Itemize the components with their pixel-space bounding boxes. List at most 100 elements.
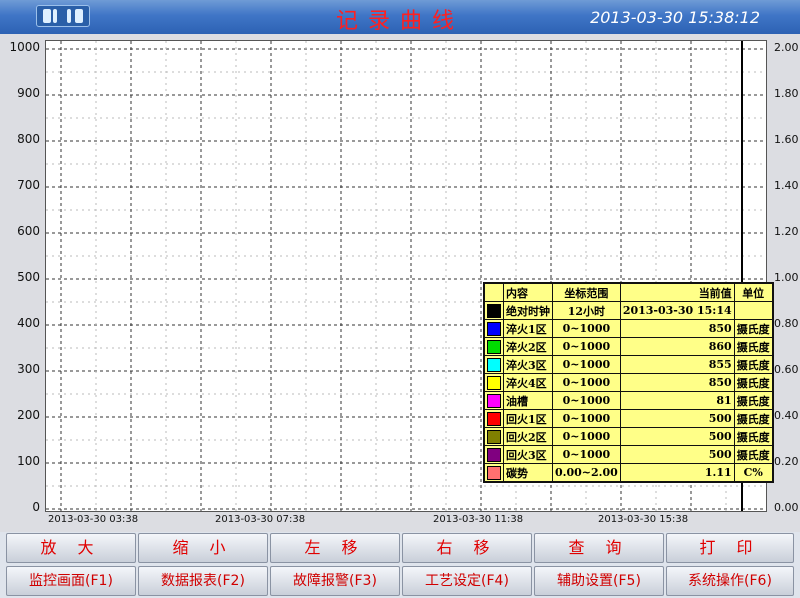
pan-right-button[interactable]: 右 移 xyxy=(402,533,532,563)
y-axis-left-tick: 500 xyxy=(17,270,40,284)
datetime-display: 2013-03-30 15:38:12 xyxy=(590,8,760,27)
legend-item-name: 回火1区 xyxy=(503,409,553,428)
legend-row: 回火1区 0~1000 500 摄氏度 xyxy=(483,409,774,428)
legend-item-unit: 摄氏度 xyxy=(733,355,774,374)
legend-item-range: 0~1000 xyxy=(552,355,621,374)
x-axis-tick: 2013-03-30 07:38 xyxy=(215,514,306,525)
legend-header-range: 坐标范围 xyxy=(552,282,621,302)
y-axis-right-tick: 0.80 xyxy=(774,317,799,330)
y-axis-left-tick: 700 xyxy=(17,178,40,192)
x-axis-tick: 2013-03-30 11:38 xyxy=(433,514,524,525)
system-operation-button[interactable]: 系统操作(F6) xyxy=(666,566,794,596)
legend-header-content: 内容 xyxy=(503,282,553,302)
color-swatch xyxy=(483,337,504,356)
legend-item-value: 500 xyxy=(619,445,735,464)
legend-row: 回火2区 0~1000 500 摄氏度 xyxy=(483,427,774,446)
legend-item-unit: 摄氏度 xyxy=(733,445,774,464)
color-swatch xyxy=(483,391,504,410)
process-settings-button[interactable]: 工艺设定(F4) xyxy=(402,566,532,596)
color-swatch xyxy=(483,301,504,320)
legend-item-unit: 摄氏度 xyxy=(733,373,774,392)
legend-item-range: 0~1000 xyxy=(552,373,621,392)
y-axis-left-tick: 1000 xyxy=(9,40,40,54)
legend-item-range: 0~1000 xyxy=(552,319,621,338)
legend-item-unit: 摄氏度 xyxy=(733,427,774,446)
legend-item-name: 淬火1区 xyxy=(503,319,553,338)
legend-item-value: 2013-03-30 15:14 xyxy=(619,301,735,320)
legend-row: 油槽 0~1000 81 摄氏度 xyxy=(483,391,774,410)
y-axis-left-tick: 200 xyxy=(17,408,40,422)
legend-item-value: 850 xyxy=(619,319,735,338)
y-axis-right-tick: 0.20 xyxy=(774,455,799,468)
y-axis-right-tick: 0.60 xyxy=(774,363,799,376)
legend-header-unit: 单位 xyxy=(733,282,774,302)
color-swatch xyxy=(483,409,504,428)
legend-item-value: 855 xyxy=(619,355,735,374)
zoom-out-button[interactable]: 缩 小 xyxy=(138,533,268,563)
legend-row: 淬火3区 0~1000 855 摄氏度 xyxy=(483,355,774,374)
y-axis-left-tick: 400 xyxy=(17,316,40,330)
x-axis-tick: 2013-03-30 15:38 xyxy=(598,514,689,525)
legend-item-range: 0~1000 xyxy=(552,427,621,446)
y-axis-right-tick: 1.40 xyxy=(774,179,799,192)
legend-item-value: 81 xyxy=(619,391,735,410)
color-swatch xyxy=(483,463,504,483)
legend-item-name: 回火2区 xyxy=(503,427,553,446)
color-swatch xyxy=(483,445,504,464)
aux-settings-button[interactable]: 辅助设置(F5) xyxy=(534,566,664,596)
y-axis-left-tick: 300 xyxy=(17,362,40,376)
legend-item-name: 淬火2区 xyxy=(503,337,553,356)
y-axis-right-tick: 2.00 xyxy=(774,41,799,54)
record-chart: 1000 900 800 700 600 500 400 300 200 100 0 2.00 1.8… xyxy=(0,34,800,532)
y-axis-left-tick: 100 xyxy=(17,454,40,468)
legend-row: 淬火1区 0~1000 850 摄氏度 xyxy=(483,319,774,338)
y-axis-right-tick: 0.00 xyxy=(774,501,799,514)
data-report-button[interactable]: 数据报表(F2) xyxy=(138,566,268,596)
legend-item-unit xyxy=(733,301,774,320)
color-swatch xyxy=(483,319,504,338)
legend-item-unit: 摄氏度 xyxy=(733,337,774,356)
y-axis-left-tick: 900 xyxy=(17,86,40,100)
color-swatch xyxy=(483,355,504,374)
y-axis-right-tick: 1.80 xyxy=(774,87,799,100)
x-axis-tick: 2013-03-30 03:38 xyxy=(48,514,139,525)
fault-alarm-button[interactable]: 故障报警(F3) xyxy=(270,566,400,596)
legend-item-name: 回火3区 xyxy=(503,445,553,464)
legend-item-name: 淬火4区 xyxy=(503,373,553,392)
legend-item-unit: 摄氏度 xyxy=(733,319,774,338)
legend-row: 淬火2区 0~1000 860 摄氏度 xyxy=(483,337,774,356)
chart-control-buttons: 放 大缩 小左 移右 移查 询打 印 xyxy=(0,533,800,564)
legend-item-value: 500 xyxy=(619,427,735,446)
color-swatch xyxy=(483,427,504,446)
y-axis-right-tick: 0.40 xyxy=(774,409,799,422)
legend-row: 回火3区 0~1000 500 摄氏度 xyxy=(483,445,774,464)
legend-item-value: 850 xyxy=(619,373,735,392)
function-key-buttons: 监控画面(F1) 数据报表(F2) 故障报警(F3) 工艺设定(F4) 辅助设置(F5)… xyxy=(0,566,800,597)
legend-header-value: 当前值 xyxy=(619,282,735,302)
legend-item-value: 500 xyxy=(619,409,735,428)
color-swatch xyxy=(483,373,504,392)
y-axis-left-tick: 800 xyxy=(17,132,40,146)
print-button[interactable]: 打 印 xyxy=(666,533,794,563)
legend-item-range: 0~1000 xyxy=(552,337,621,356)
y-axis-left-tick: 0 xyxy=(32,500,40,514)
legend-item-value: 860 xyxy=(619,337,735,356)
legend-item-range: 0~1000 xyxy=(552,391,621,410)
legend-row: 碳势 0.00~2.00 1.11 C% xyxy=(483,463,774,483)
legend-row: 淬火4区 0~1000 850 摄氏度 xyxy=(483,373,774,392)
pan-left-button[interactable]: 左 移 xyxy=(270,533,400,563)
monitor-screen-button[interactable]: 监控画面(F1) xyxy=(6,566,136,596)
legend-table: 内容 坐标范围 当前值 单位 绝对时钟 12小时 2013-03-30 15:14 淬… xyxy=(483,282,774,483)
legend-item-unit: 摄氏度 xyxy=(733,391,774,410)
legend-row: 绝对时钟 12小时 2013-03-30 15:14 xyxy=(483,301,774,320)
query-button[interactable]: 查 询 xyxy=(534,533,664,563)
legend-item-name: 碳势 xyxy=(503,463,553,483)
legend-item-name: 绝对时钟 xyxy=(503,301,553,320)
legend-item-range: 12小时 xyxy=(552,301,621,320)
legend-item-name: 淬火3区 xyxy=(503,355,553,374)
y-axis-right-tick: 1.60 xyxy=(774,133,799,146)
legend-item-range: 0~1000 xyxy=(552,445,621,464)
title-bar: 记录曲线 2013-03-30 15:38:12 xyxy=(0,0,800,34)
legend-item-unit: C% xyxy=(733,463,774,483)
zoom-in-button[interactable]: 放 大 xyxy=(6,533,136,563)
